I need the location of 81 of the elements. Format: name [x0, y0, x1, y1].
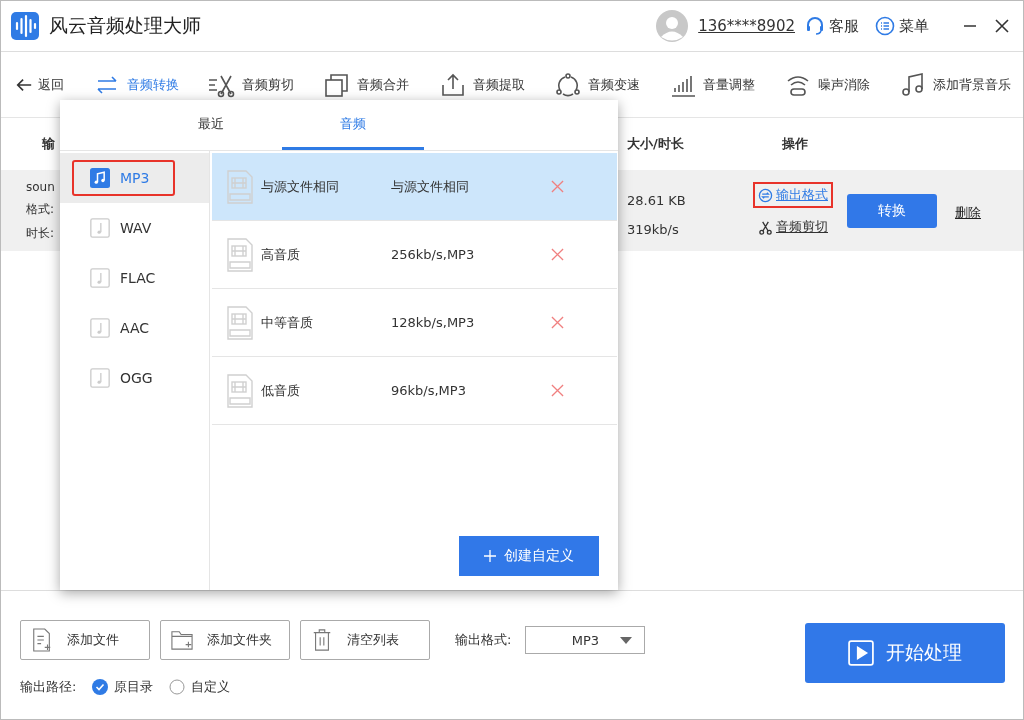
preset-name: 与源文件相同: [261, 177, 340, 196]
film-file-icon: [227, 237, 253, 272]
radio-button[interactable]: [92, 679, 109, 695]
toolbar-tab[interactable]: 音频剪切: [242, 75, 295, 94]
bitrate: 319kb/s: [627, 222, 680, 237]
file-plus-icon: [31, 627, 53, 653]
delete-icon[interactable]: [551, 248, 564, 261]
preset-item[interactable]: 中等音质 128kb/s,MP3: [212, 289, 617, 357]
toolbar-tab[interactable]: 添加背景音乐: [933, 75, 1011, 94]
preset-item[interactable]: 与源文件相同 与源文件相同: [212, 153, 617, 221]
toolbar-tab[interactable]: 音频变速: [587, 75, 640, 94]
preset-detail: 与源文件相同: [391, 177, 470, 196]
toolbar-tab[interactable]: 音频提取: [472, 75, 525, 94]
radio-button[interactable]: [169, 679, 186, 695]
preset-detail: 256kb/s,MP3: [391, 247, 476, 262]
swap-circle-icon: [758, 187, 773, 203]
radio-label[interactable]: 原目录: [114, 678, 154, 696]
create-custom-button[interactable]: 创建自定义: [459, 536, 599, 576]
preset-item[interactable]: 低音质 96kb/s,MP3: [212, 357, 617, 425]
delete-icon[interactable]: [551, 180, 564, 193]
preset-item[interactable]: 高音质 256kb/s,MP3: [212, 221, 617, 289]
delete-icon[interactable]: [551, 316, 564, 329]
delete-link[interactable]: 删除: [955, 204, 981, 222]
caret-icon: [620, 636, 633, 644]
plus-icon: [484, 550, 496, 562]
output-format-dropdown[interactable]: MP3: [525, 626, 646, 654]
start-button[interactable]: 开始处理: [805, 623, 1005, 683]
toolbar-tab[interactable]: 噪声消除: [817, 75, 870, 94]
toolbar-tab[interactable]: 音频转换: [127, 75, 180, 94]
popup-tab[interactable]: 最近: [140, 100, 282, 150]
app-title: 风云音频处理大师: [49, 13, 201, 38]
play-icon: [848, 640, 874, 666]
service-button[interactable]: 客服: [829, 16, 859, 36]
film-file-icon: [227, 305, 253, 340]
file-name: soun: [26, 180, 55, 194]
trash-icon: [311, 627, 333, 653]
waveform-logo-icon: [11, 12, 39, 40]
output-format-link[interactable]: 输出格式: [753, 182, 833, 208]
music-note-icon: [90, 268, 110, 288]
music-note-icon: [90, 218, 110, 238]
file-size: 28.61 KB: [627, 193, 686, 208]
radio-label[interactable]: 自定义: [191, 678, 231, 696]
preset-detail: 96kb/s,MP3: [391, 383, 467, 398]
avatar-icon: [656, 10, 689, 42]
film-file-icon: [227, 169, 253, 204]
toolbar-tab[interactable]: 音频合并: [357, 75, 410, 94]
column-header: 输: [42, 135, 55, 153]
clear-list-button[interactable]: 清空列表: [300, 620, 430, 660]
format-item[interactable]: WAV: [60, 203, 209, 253]
add-folder-button[interactable]: 添加文件夹: [160, 620, 290, 660]
back-button[interactable]: 返回: [38, 75, 64, 94]
format-item[interactable]: FLAC: [60, 253, 209, 303]
headset-icon: [805, 16, 825, 36]
duration-label: 时长:: [26, 225, 55, 242]
column-header: 操作: [782, 135, 808, 153]
column-header: 大小/时长: [627, 135, 684, 153]
preset-name: 中等音质: [261, 313, 314, 332]
format-item[interactable]: OGG: [60, 353, 209, 403]
music-note-icon: [90, 318, 110, 338]
format-item[interactable]: MP3: [60, 153, 209, 203]
preset-name: 低音质: [261, 381, 301, 400]
account-link[interactable]: 136****8902: [698, 17, 795, 35]
preset-detail: 128kb/s,MP3: [391, 315, 476, 330]
music-note-icon: [90, 168, 110, 188]
format-label: 格式:: [26, 201, 55, 218]
output-path-label: 输出路径:: [20, 678, 77, 696]
add-file-button[interactable]: 添加文件: [20, 620, 150, 660]
output-format-label: 输出格式:: [455, 631, 512, 649]
format-item[interactable]: AAC: [60, 303, 209, 353]
toolbar-tab[interactable]: 音量调整: [702, 75, 755, 94]
delete-icon[interactable]: [551, 384, 564, 397]
film-file-icon: [227, 373, 253, 408]
convert-button[interactable]: 转换: [847, 194, 937, 228]
popup-tab[interactable]: 音频: [282, 100, 424, 150]
close-icon[interactable]: [995, 19, 1009, 33]
preset-name: 高音质: [261, 245, 301, 264]
cut-link[interactable]: 音频剪切: [753, 214, 833, 240]
menu-button[interactable]: 菜单: [899, 16, 929, 36]
scissors-icon: [758, 219, 773, 235]
music-note-icon: [90, 368, 110, 388]
menu-icon: [875, 16, 895, 36]
